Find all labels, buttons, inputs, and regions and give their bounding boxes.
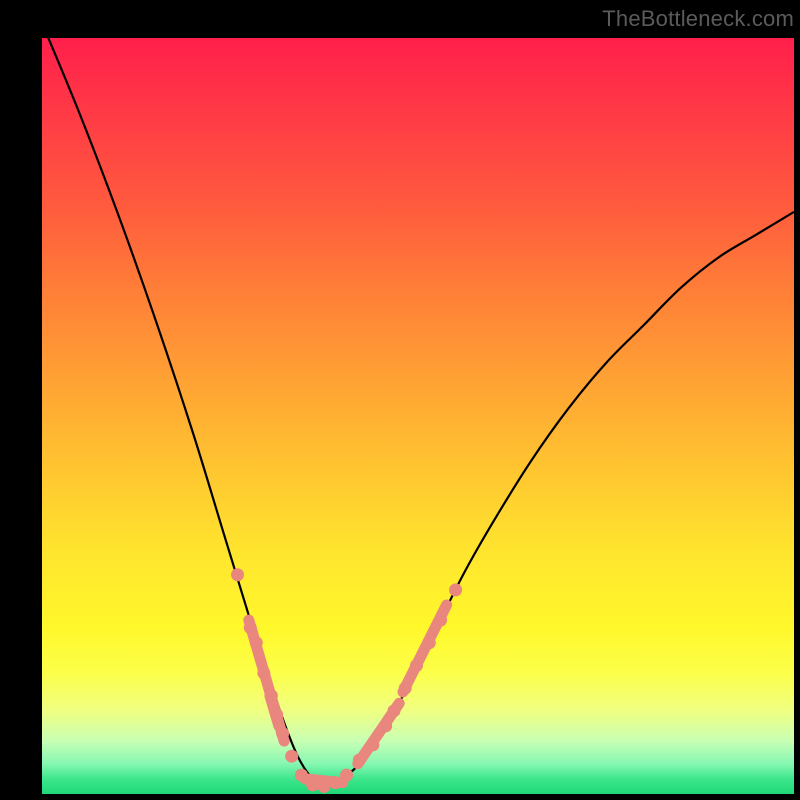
marker-dot bbox=[257, 667, 270, 680]
marker-dot bbox=[399, 682, 412, 695]
chart-frame: TheBottleneck.com bbox=[0, 0, 800, 800]
marker-dot bbox=[295, 769, 308, 782]
marker-dot bbox=[285, 750, 298, 763]
marker-dot bbox=[276, 727, 289, 740]
marker-dot bbox=[270, 708, 283, 721]
marker-dot bbox=[434, 614, 447, 627]
marker-dot bbox=[410, 659, 423, 672]
marker-dot bbox=[265, 689, 278, 702]
marker-dot bbox=[449, 583, 462, 596]
marker-dot bbox=[340, 769, 353, 782]
marker-segments bbox=[249, 605, 447, 783]
watermark-text: TheBottleneck.com bbox=[602, 6, 794, 32]
marker-dot bbox=[423, 636, 436, 649]
marker-dot bbox=[244, 621, 257, 634]
marker-dot bbox=[366, 738, 379, 751]
marker-dot bbox=[231, 568, 244, 581]
marker-dot bbox=[250, 636, 263, 649]
plot-area bbox=[42, 38, 794, 794]
marker-dot bbox=[379, 719, 392, 732]
marker-dot bbox=[387, 704, 400, 717]
chart-svg bbox=[42, 38, 794, 794]
marker-dot bbox=[353, 753, 366, 766]
marker-dot bbox=[318, 780, 331, 793]
marker-dot bbox=[329, 776, 342, 789]
marker-dot bbox=[306, 778, 319, 791]
